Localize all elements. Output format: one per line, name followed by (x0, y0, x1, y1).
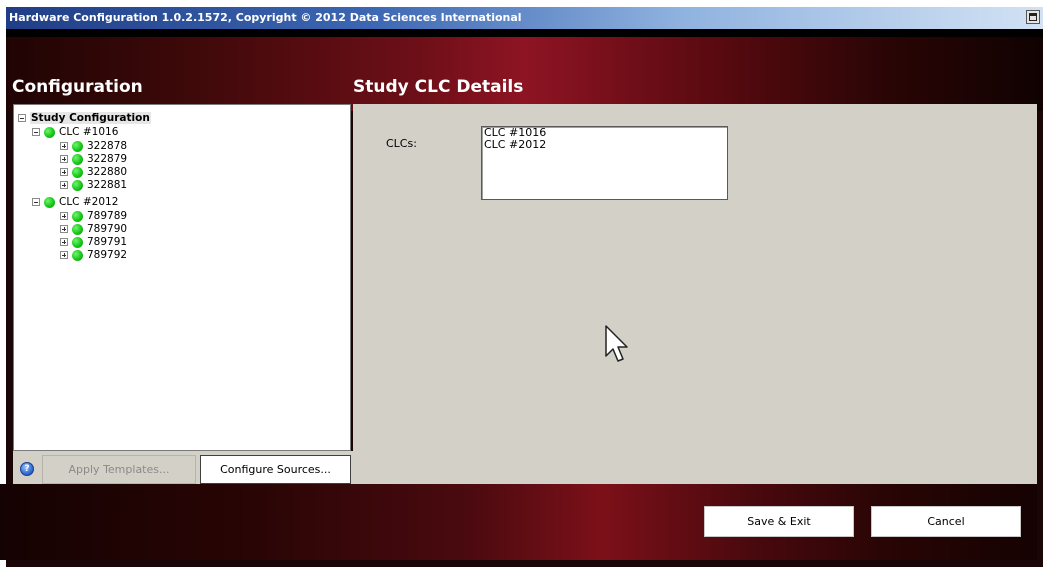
window-title: Hardware Configuration 1.0.2.1572, Copyr… (9, 11, 522, 24)
tree-item-label: 789789 (87, 210, 128, 222)
clcs-label: CLCs: (386, 137, 417, 150)
mouse-cursor-icon (605, 325, 628, 362)
expand-icon[interactable] (60, 251, 68, 259)
tree-item-label: 789791 (87, 236, 128, 248)
restore-button[interactable] (1026, 10, 1040, 24)
status-icon (72, 179, 83, 191)
list-item[interactable]: CLC #2012 (482, 139, 727, 151)
tree-item-label: 789790 (87, 223, 128, 235)
title-bar: Hardware Configuration 1.0.2.1572, Copyr… (6, 7, 1043, 29)
cancel-button[interactable]: Cancel (871, 506, 1021, 537)
details-heading: Study CLC Details (353, 77, 524, 97)
status-icon (44, 126, 55, 138)
tree-item-clc[interactable]: CLC #1016 (32, 126, 118, 138)
expand-icon[interactable] (60, 238, 68, 246)
collapse-icon[interactable] (18, 114, 26, 122)
configuration-heading: Configuration (12, 77, 143, 97)
configure-sources-button[interactable]: Configure Sources... (200, 455, 351, 484)
tree-root[interactable]: Study Configuration (18, 112, 151, 124)
apply-templates-button[interactable]: Apply Templates... (42, 455, 196, 484)
status-icon (72, 140, 83, 152)
tree-item[interactable]: 789791 (60, 236, 127, 248)
tree-item-label: CLC #2012 (59, 196, 119, 208)
tree-item[interactable]: 322881 (60, 179, 127, 191)
tree-item[interactable]: 789792 (60, 249, 127, 261)
tree-root-label: Study Configuration (30, 112, 151, 124)
expand-icon[interactable] (60, 155, 68, 163)
clcs-listbox[interactable]: CLC #1016 CLC #2012 (481, 126, 728, 200)
status-icon (72, 166, 83, 178)
tree-item-label: 322880 (87, 166, 128, 178)
tree-item[interactable]: 789789 (60, 210, 127, 222)
status-icon (44, 196, 55, 208)
help-icon[interactable]: ? (20, 462, 34, 476)
tree-item[interactable]: 322879 (60, 153, 127, 165)
expand-icon[interactable] (60, 181, 68, 189)
tree-item[interactable]: 789790 (60, 223, 127, 235)
status-icon (72, 236, 83, 248)
collapse-icon[interactable] (32, 128, 40, 136)
expand-icon[interactable] (60, 168, 68, 176)
expand-icon[interactable] (60, 212, 68, 220)
tree-item-label: 322879 (87, 153, 128, 165)
tree-item-label: 322878 (87, 140, 128, 152)
tree-item-label: 789792 (87, 249, 128, 261)
tree-item-label: CLC #1016 (59, 126, 119, 138)
expand-icon[interactable] (60, 142, 68, 150)
tree-item[interactable]: 322878 (60, 140, 127, 152)
restore-icon (1029, 13, 1037, 21)
header-gradient (6, 37, 1043, 111)
status-icon (72, 153, 83, 165)
tree-item-clc[interactable]: CLC #2012 (32, 196, 118, 208)
tree-item-label: 322881 (87, 179, 128, 191)
save-exit-button[interactable]: Save & Exit (704, 506, 854, 537)
expand-icon[interactable] (60, 225, 68, 233)
collapse-icon[interactable] (32, 198, 40, 206)
status-icon (72, 249, 83, 261)
header-band (6, 29, 1043, 37)
tree-item[interactable]: 322880 (60, 166, 127, 178)
status-icon (72, 210, 83, 222)
status-icon (72, 223, 83, 235)
